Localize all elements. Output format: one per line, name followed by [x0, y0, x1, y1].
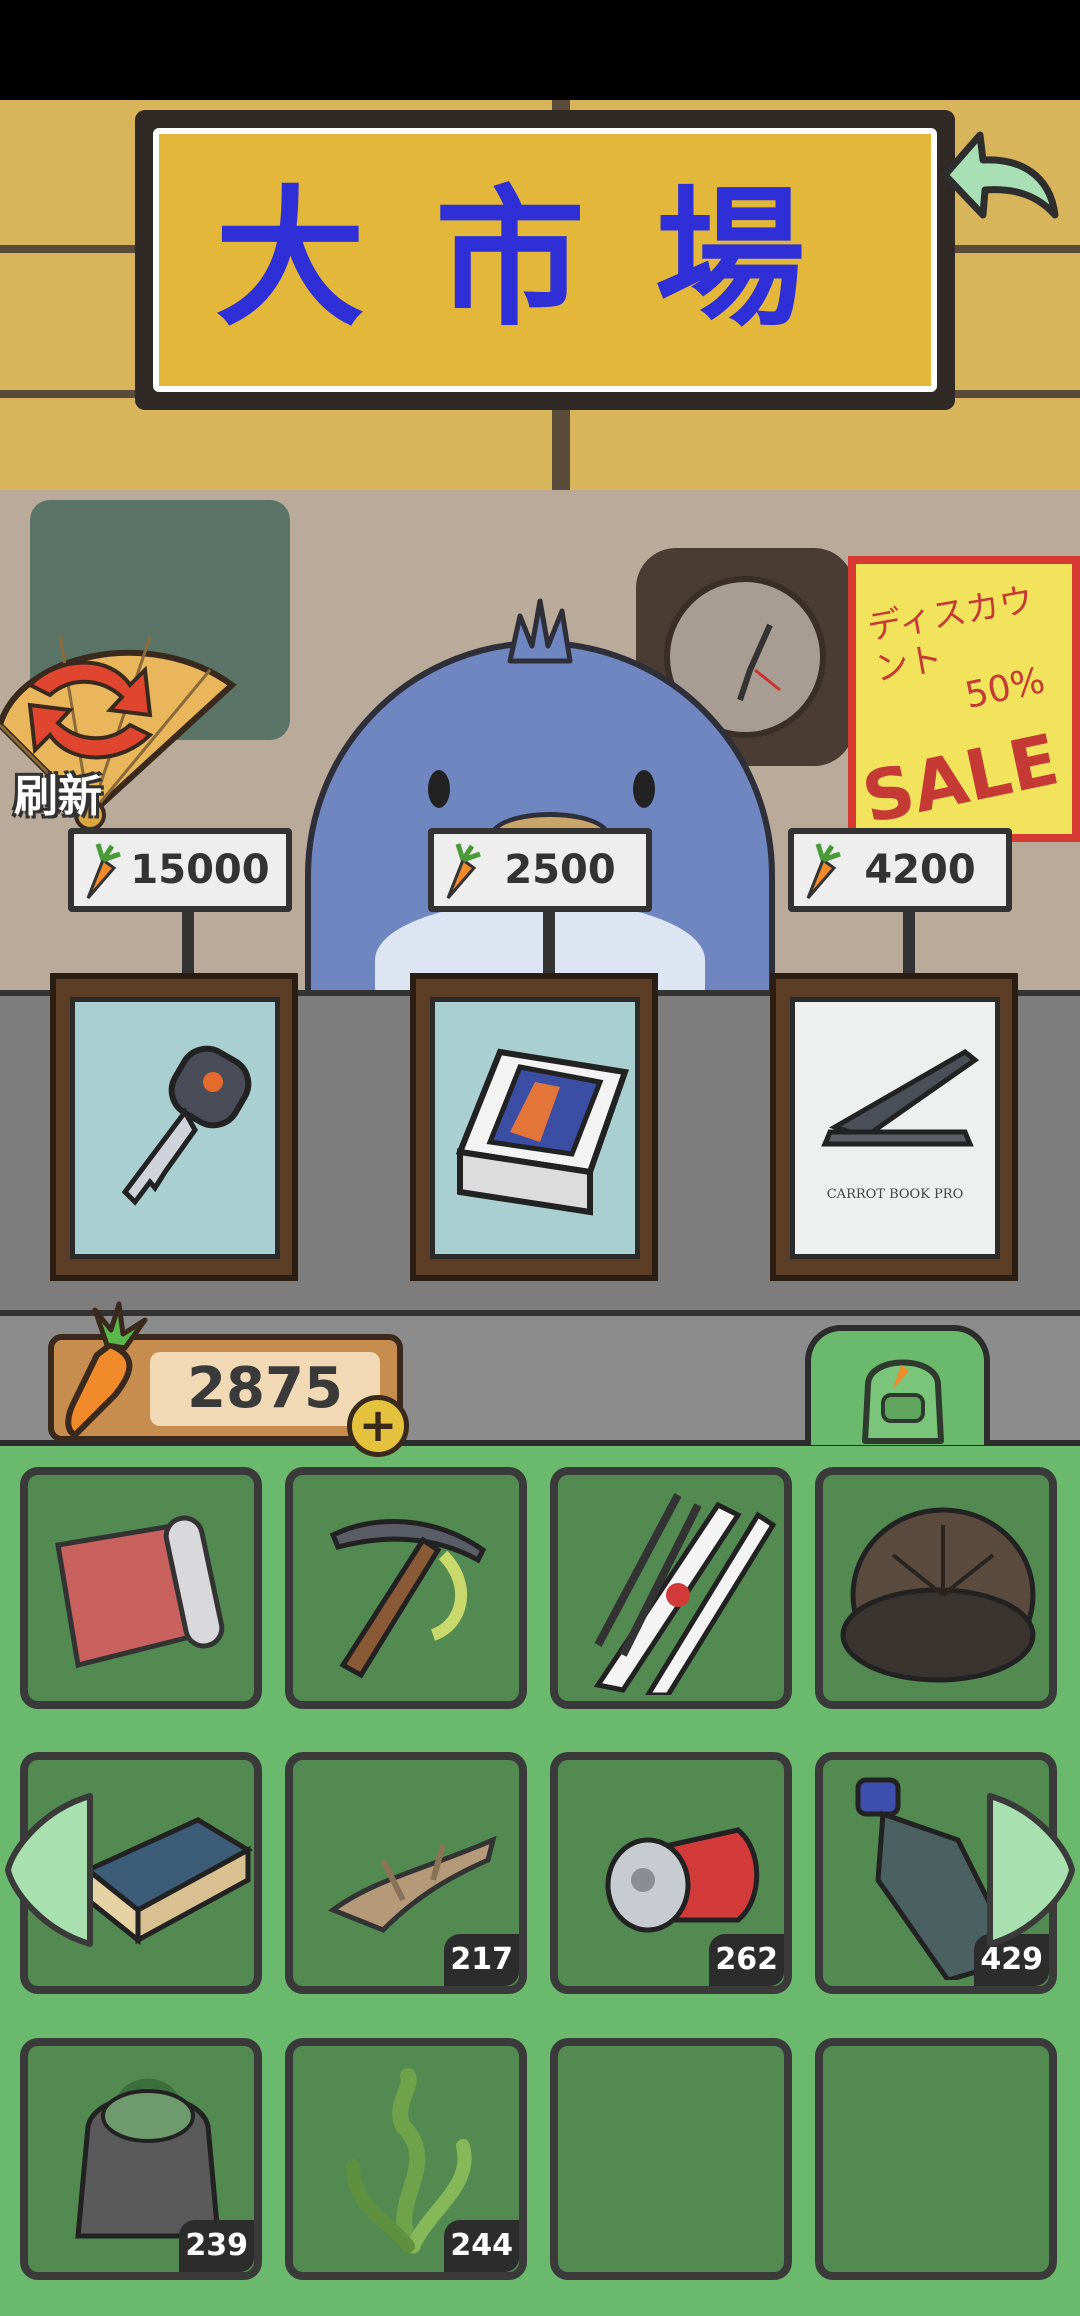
price-tag-1: 15000 — [68, 828, 292, 912]
ski-poles-icon — [593, 1493, 777, 1695]
item-quantity: 217 — [444, 1934, 519, 1986]
item-quantity: 239 — [179, 2220, 254, 2272]
inventory-slot-3[interactable] — [550, 1467, 792, 1709]
refresh-label[interactable]: 刷新 — [14, 760, 154, 824]
item-card — [70, 997, 280, 1259]
item-quantity: 262 — [709, 1934, 784, 1986]
shop-item-car-key[interactable] — [50, 973, 298, 1281]
price-tag-2: 2500 — [428, 828, 652, 912]
bird-crest-icon — [507, 598, 573, 664]
clock-hands-icon — [737, 623, 781, 701]
item-card: CARROT BOOK PRO — [790, 997, 1000, 1259]
phone-box-icon — [455, 1048, 630, 1216]
inventory-slot-2[interactable] — [285, 1467, 527, 1709]
carrot-icon — [446, 843, 481, 899]
carrot-icon — [65, 1301, 148, 1438]
carrot-icon — [86, 843, 121, 899]
laptop-box-label: CARROT BOOK PRO — [826, 1187, 964, 1202]
price-post — [903, 900, 915, 980]
shop-title: 大市場 — [214, 173, 875, 347]
shop-item-laptop[interactable]: CARROT BOOK PRO — [770, 973, 1018, 1281]
laptop-icon — [821, 1048, 980, 1147]
bird-eye-left — [428, 770, 450, 808]
price-post — [182, 900, 194, 980]
price-post — [543, 900, 555, 980]
rolled-mat-icon — [55, 1515, 225, 1669]
carrot-icon — [806, 843, 841, 899]
inventory-tab[interactable] — [805, 1325, 990, 1445]
inventory-slot-1[interactable] — [20, 1467, 262, 1709]
inventory-slot-12[interactable] — [815, 2038, 1057, 2280]
inventory-slot-7[interactable]: 262 — [550, 1752, 792, 1994]
car-key-icon — [121, 1045, 252, 1206]
crushed-can-icon — [605, 1827, 760, 1933]
driftwood-icon — [327, 1835, 497, 1933]
bird-eye-right — [633, 770, 655, 808]
fur-hat-icon — [840, 1507, 1036, 1683]
inventory-slot-11[interactable] — [550, 2038, 792, 2280]
matchbox-icon — [83, 1817, 254, 1946]
status-bar-area — [0, 0, 1080, 100]
backpack-icon — [862, 1359, 944, 1444]
carrot-count: 2875 — [187, 1356, 343, 1421]
inventory-slot-10[interactable]: 244 — [285, 2038, 527, 2280]
add-carrots-button[interactable]: + — [347, 1395, 409, 1457]
inventory-slot-4[interactable] — [815, 1467, 1057, 1709]
inventory-slot-6[interactable]: 217 — [285, 1752, 527, 1994]
next-page-arrow-icon[interactable] — [986, 1790, 1078, 1950]
inventory-slot-9[interactable]: 239 — [20, 2038, 262, 2280]
back-arrow-icon[interactable] — [925, 120, 1065, 230]
price-tag-3: 4200 — [788, 828, 1012, 912]
item-quantity: 244 — [444, 2220, 519, 2272]
prev-page-arrow-icon[interactable] — [2, 1790, 94, 1950]
item-card — [430, 997, 640, 1259]
shop-item-smartphone[interactable] — [410, 973, 658, 1281]
pickaxe-icon — [329, 1519, 487, 1679]
